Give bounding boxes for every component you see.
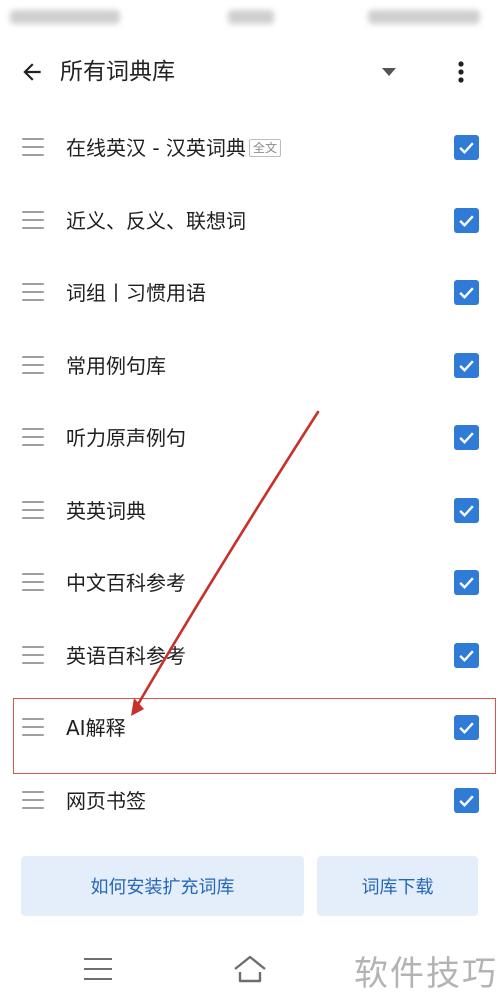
drag-handle-icon[interactable] [22, 645, 44, 664]
dictionary-row: 近义、反义、联想词 [0, 185, 500, 258]
status-bar [0, 0, 500, 34]
dictionary-label: 词组丨习惯用语 [66, 281, 206, 305]
dictionary-checkbox[interactable] [454, 280, 479, 305]
drag-handle-icon[interactable] [22, 573, 44, 591]
drag-handle-icon[interactable] [22, 428, 44, 446]
menu-icon[interactable] [84, 958, 112, 980]
check-icon [459, 649, 474, 662]
dictionary-row: 词组丨习惯用语 [0, 257, 500, 330]
check-icon [459, 432, 474, 444]
check-icon [459, 794, 474, 807]
drag-handle-icon[interactable] [22, 283, 44, 301]
dictionary-checkbox[interactable] [454, 207, 479, 233]
dictionary-row: 网页书签 [0, 765, 500, 838]
dictionary-row: 中文百科参考 [0, 547, 500, 620]
drag-handle-icon[interactable] [22, 138, 44, 156]
dictionary-checkbox[interactable] [454, 425, 479, 450]
dictionary-row: 听力原声例句 [0, 402, 500, 475]
fulltext-badge: 全文 [248, 139, 281, 157]
dictionary-label: 英语百科参考 [66, 643, 186, 668]
dictionary-row: 常用例句库 [0, 330, 500, 403]
check-icon [459, 359, 474, 372]
header: 所有词典库 [0, 40, 500, 104]
back-button[interactable] [14, 54, 50, 90]
dictionary-checkbox[interactable] [454, 497, 479, 523]
check-icon [459, 504, 474, 517]
dictionary-row: 英语百科参考 [0, 620, 500, 693]
dictionary-list: 在线英汉 - 汉英词典 全文 近义、反义、联想词 词组丨习惯用语 常用例句库 听力… [0, 112, 500, 837]
drag-handle-icon[interactable] [22, 500, 44, 519]
dictionary-row-ai: AI解释 [0, 692, 500, 765]
status-blur-right [368, 10, 480, 24]
drag-handle-icon[interactable] [22, 355, 44, 374]
dictionary-checkbox[interactable] [454, 642, 479, 668]
dictionary-label: AI解释 [66, 716, 126, 740]
dictionary-checkbox[interactable] [454, 570, 479, 595]
dictionary-label: 网页书签 [66, 788, 146, 813]
check-icon [459, 142, 474, 154]
install-dictionary-button[interactable]: 如何安装扩充词库 [21, 856, 304, 916]
dictionary-label-text: 在线英汉 - 汉英词典 [66, 136, 246, 160]
status-blur-left [10, 10, 120, 24]
dictionary-checkbox[interactable] [454, 787, 479, 813]
dictionary-row: 在线英汉 - 汉英词典 全文 [0, 112, 500, 185]
dictionary-label: 英英词典 [66, 498, 146, 523]
dictionary-label: 近义、反义、联想词 [66, 208, 246, 233]
check-icon [459, 722, 474, 734]
dictionary-label: 常用例句库 [66, 353, 166, 378]
watermark: 软件技巧 [354, 954, 498, 994]
dictionary-row: 英英词典 [0, 475, 500, 548]
status-blur-center [228, 10, 274, 24]
more-options-button[interactable] [444, 54, 478, 90]
dictionary-label: 中文百科参考 [66, 571, 186, 595]
dictionary-checkbox[interactable] [454, 135, 479, 160]
page-title: 所有词典库 [60, 59, 175, 85]
dictionary-label: 听力原声例句 [66, 426, 186, 450]
drag-handle-icon[interactable] [22, 790, 44, 809]
caret-down-icon [382, 68, 396, 76]
arrow-left-icon [23, 63, 41, 81]
home-icon[interactable] [230, 952, 270, 986]
dictionary-checkbox[interactable] [454, 715, 479, 740]
check-icon [459, 577, 474, 589]
drag-handle-icon[interactable] [22, 210, 44, 229]
dictionary-download-button[interactable]: 词库下载 [317, 856, 478, 916]
dictionary-label: 在线英汉 - 汉英词典 全文 [66, 134, 281, 162]
drag-handle-icon[interactable] [22, 718, 44, 736]
more-vert-icon [458, 61, 464, 83]
check-icon [459, 214, 474, 227]
dictionary-checkbox[interactable] [454, 352, 479, 378]
check-icon [459, 287, 474, 299]
dictionary-dropdown-button[interactable] [372, 58, 406, 86]
